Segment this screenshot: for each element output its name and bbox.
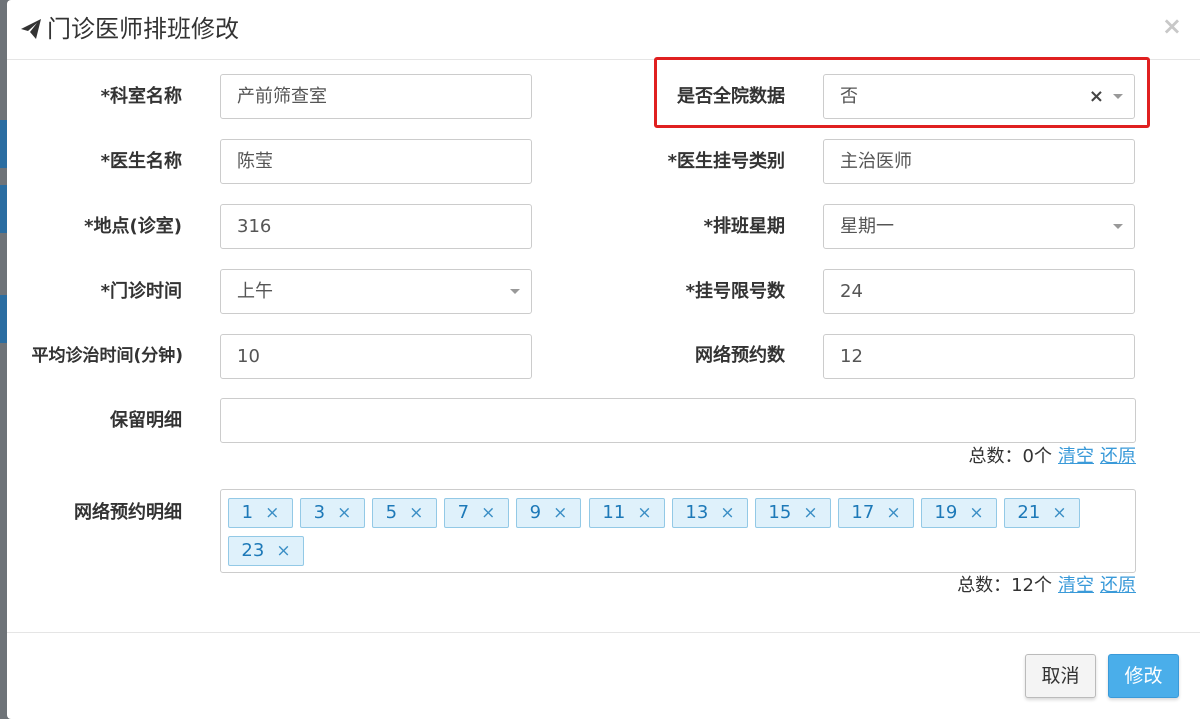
online-count-input[interactable]: 12 [823, 334, 1135, 379]
tag-item: 7 × [444, 498, 509, 528]
tag-item: 19 × [921, 498, 997, 528]
tag-remove-icon[interactable]: × [803, 503, 817, 523]
modal-title: 门诊医师排班修改 [19, 13, 239, 45]
tag-remove-icon[interactable]: × [969, 503, 983, 523]
doctor-input[interactable]: 陈莹 [220, 139, 532, 184]
submit-button[interactable]: 修改 [1108, 654, 1179, 698]
doctor-label: *医生名称 [100, 151, 182, 172]
weekday-select[interactable]: 星期一 [823, 204, 1135, 249]
avg-time-label: 平均诊治时间(分钟) [31, 346, 183, 366]
location-input[interactable]: 316 [220, 204, 532, 249]
tag-remove-icon[interactable]: × [481, 503, 495, 523]
location-label: *地点(诊室) [84, 216, 182, 237]
highlight-box [654, 57, 1150, 128]
reserve-total-text: 总数：0个 [968, 446, 1052, 467]
tag-item: 9 × [516, 498, 581, 528]
tag-remove-icon[interactable]: × [886, 503, 900, 523]
tag-remove-icon[interactable]: × [720, 503, 734, 523]
close-icon[interactable]: × [1162, 12, 1182, 40]
online-detail-label: 网络预约明细 [74, 502, 182, 523]
paper-plane-icon [21, 19, 41, 39]
dept-label: *科室名称 [100, 86, 182, 107]
footer-divider [7, 632, 1200, 633]
tag-item: 1 × [228, 498, 293, 528]
online-count-label: 网络预约数 [695, 345, 785, 366]
online-total: 总数：12个 清空 还原 [707, 574, 1136, 598]
reserve-detail-input[interactable] [220, 398, 1136, 443]
tag-remove-icon[interactable]: × [553, 503, 567, 523]
online-total-text: 总数：12个 [957, 575, 1052, 596]
reg-type-input[interactable]: 主治医师 [823, 139, 1135, 184]
tag-remove-icon[interactable]: × [637, 503, 651, 523]
online-clear-link[interactable]: 清空 [1058, 575, 1094, 596]
tag-item: 5 × [372, 498, 437, 528]
tag-item: 23 × [228, 536, 304, 566]
reserve-restore-link[interactable]: 还原 [1100, 446, 1136, 467]
reserve-total: 总数：0个 清空 还原 [707, 445, 1136, 469]
reserve-detail-label: 保留明细 [110, 410, 182, 431]
modal-header: 门诊医师排班修改 × [7, 0, 1200, 60]
tag-remove-icon[interactable]: × [1052, 503, 1066, 523]
modal-title-text: 门诊医师排班修改 [47, 15, 239, 43]
tag-remove-icon[interactable]: × [276, 541, 290, 561]
weekday-label: *排班星期 [703, 216, 785, 237]
reg-type-label: *医生挂号类别 [667, 151, 785, 172]
clinic-time-value: 上午 [237, 281, 273, 302]
tag-remove-icon[interactable]: × [265, 503, 279, 523]
reserve-clear-link[interactable]: 清空 [1058, 446, 1094, 467]
cancel-button[interactable]: 取消 [1025, 654, 1096, 698]
tag-item: 3 × [300, 498, 365, 528]
tag-item: 21 × [1004, 498, 1080, 528]
online-detail-tags[interactable]: 1 × 3 × 5 × 7 × 9 × 11 × 13 × 15 × 17 × 19 × 21 × 2… [220, 489, 1136, 573]
dept-input[interactable]: 产前筛查室 [220, 74, 532, 119]
clinic-time-select[interactable]: 上午 [220, 269, 532, 314]
schedule-edit-modal: 门诊医师排班修改 × *科室名称 产前筛查室 是否全院数据 否 × *医生名称 … [7, 0, 1200, 719]
weekday-value: 星期一 [840, 216, 894, 237]
tag-item: 13 × [672, 498, 748, 528]
avg-time-input[interactable]: 10 [220, 334, 532, 379]
tag-item: 11 × [589, 498, 665, 528]
tag-item: 15 × [755, 498, 831, 528]
online-restore-link[interactable]: 还原 [1100, 575, 1136, 596]
tag-remove-icon[interactable]: × [409, 503, 423, 523]
clinic-time-label: *门诊时间 [100, 281, 182, 302]
tag-item: 17 × [838, 498, 914, 528]
tag-remove-icon[interactable]: × [337, 503, 351, 523]
reg-limit-input[interactable]: 24 [823, 269, 1135, 314]
reg-limit-label: *挂号限号数 [685, 281, 785, 302]
